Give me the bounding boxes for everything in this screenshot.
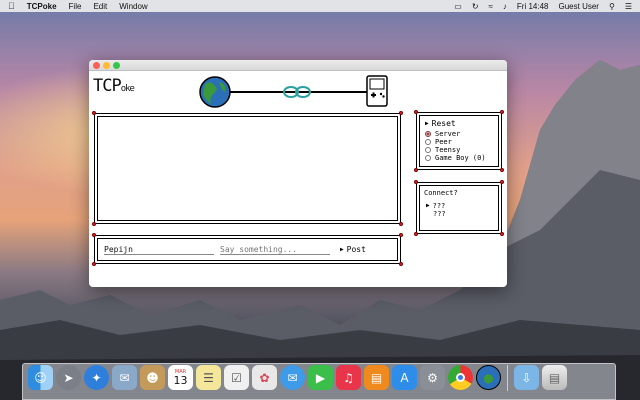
calendar-day: 13 (173, 373, 188, 387)
contacts-icon[interactable]: ☻ (140, 365, 165, 390)
tcpoke-window: TCPoke ▶ Post (89, 60, 507, 287)
wifi-icon[interactable]: ≈ (489, 2, 493, 11)
launchpad-icon[interactable]: ➤ (56, 365, 81, 390)
option-label: Peer (435, 138, 452, 146)
trash-icon[interactable]: ▤ (542, 365, 567, 390)
list-icon[interactable]: ☰ (625, 2, 632, 11)
mode-option-peer[interactable]: Peer (425, 138, 493, 146)
connect-panel: Connect? ▶??? ??? (414, 180, 504, 236)
play-icon: ▶ (425, 120, 429, 127)
apple-icon[interactable]:  (8, 1, 15, 11)
option-label: Teensy (435, 146, 461, 154)
app-logo-main: TCP (93, 76, 122, 96)
reminders-icon[interactable]: ☑ (224, 365, 249, 390)
app-logo: TCPoke (93, 76, 135, 96)
chat-composer: ▶ Post (92, 233, 403, 266)
radio-icon (425, 131, 431, 137)
play-icon: ▶ (340, 246, 344, 253)
connect-item[interactable]: ??? (424, 210, 494, 218)
app-logo-suffix: oke (120, 84, 135, 94)
connect-item[interactable]: ▶??? (424, 202, 494, 210)
mode-option-server[interactable]: Server (425, 130, 493, 138)
preferences-icon[interactable]: ⚙ (420, 365, 445, 390)
sync-icon[interactable]: ↻ (472, 2, 479, 11)
tcpoke-icon[interactable]: ● (476, 365, 501, 390)
airplay-icon[interactable]: ▭ (454, 2, 462, 11)
gameboy-icon (366, 75, 388, 107)
mode-option-teensy[interactable]: Teensy (425, 146, 493, 154)
notes-icon[interactable]: ☰ (196, 365, 221, 390)
connection-diagram (199, 75, 388, 108)
name-input[interactable] (104, 244, 214, 255)
search-icon[interactable]: ⚲ (609, 2, 615, 11)
message-input[interactable] (220, 244, 330, 255)
option-label: Game Boy (0) (435, 154, 486, 162)
play-icon: ▶ (426, 202, 430, 209)
dock-separator (507, 365, 508, 391)
close-button[interactable] (93, 62, 100, 69)
chrome-icon[interactable] (448, 365, 473, 390)
mail-icon[interactable]: ✉ (112, 365, 137, 390)
radio-icon (425, 155, 431, 161)
ibooks-icon[interactable]: ▤ (364, 365, 389, 390)
clock[interactable]: Fri 14:48 (517, 2, 549, 11)
music-icon[interactable]: ♫ (336, 365, 361, 390)
menu-file[interactable]: File (69, 2, 82, 11)
title-bar (89, 60, 507, 71)
connect-heading: Connect? (424, 189, 458, 197)
mode-option-gameboy[interactable]: Game Boy (0) (425, 154, 493, 162)
menu-edit[interactable]: Edit (93, 2, 107, 11)
volume-icon[interactable]: ♪ (503, 2, 507, 11)
connect-item-label: ??? (432, 202, 446, 210)
downloads-icon[interactable]: ⇩ (514, 365, 539, 390)
radio-icon (425, 139, 431, 145)
option-label: Server (435, 130, 461, 138)
chat-log[interactable] (92, 111, 403, 226)
reset-button[interactable]: ▶ Reset (425, 119, 493, 128)
photos-icon[interactable]: ✿ (252, 365, 277, 390)
post-button[interactable]: ▶ Post (340, 245, 366, 254)
menu-app-name[interactable]: TCPoke (27, 2, 57, 11)
menu-window[interactable]: Window (119, 2, 147, 11)
connect-item-label: ??? (433, 210, 446, 218)
dock-icons: ☺ ➤ ✦ ✉ ☻ MAR 13 ☰ ☑ ✿ ✉ ▶ ♫ ▤ A ⚙ ● ⇩ ▤ (28, 365, 567, 391)
finder-icon[interactable]: ☺ (28, 365, 53, 390)
minimize-button[interactable] (103, 62, 110, 69)
facetime-icon[interactable]: ▶ (308, 365, 333, 390)
post-label: Post (346, 245, 366, 254)
user-menu[interactable]: Guest User (559, 2, 599, 11)
mode-panel: ▶ Reset Server Peer Teensy Game Boy (0) (414, 110, 504, 172)
calendar-icon[interactable]: MAR 13 (168, 365, 193, 390)
messages-icon[interactable]: ✉ (280, 365, 305, 390)
menu-bar:  TCPoke File Edit Window ▭ ↻ ≈ ♪ Fri 14… (0, 0, 640, 12)
radio-icon (425, 147, 431, 153)
safari-icon[interactable]: ✦ (84, 365, 109, 390)
zoom-button[interactable] (113, 62, 120, 69)
reset-label: Reset (431, 119, 456, 128)
appstore-icon[interactable]: A (392, 365, 417, 390)
globe-icon (199, 76, 231, 108)
